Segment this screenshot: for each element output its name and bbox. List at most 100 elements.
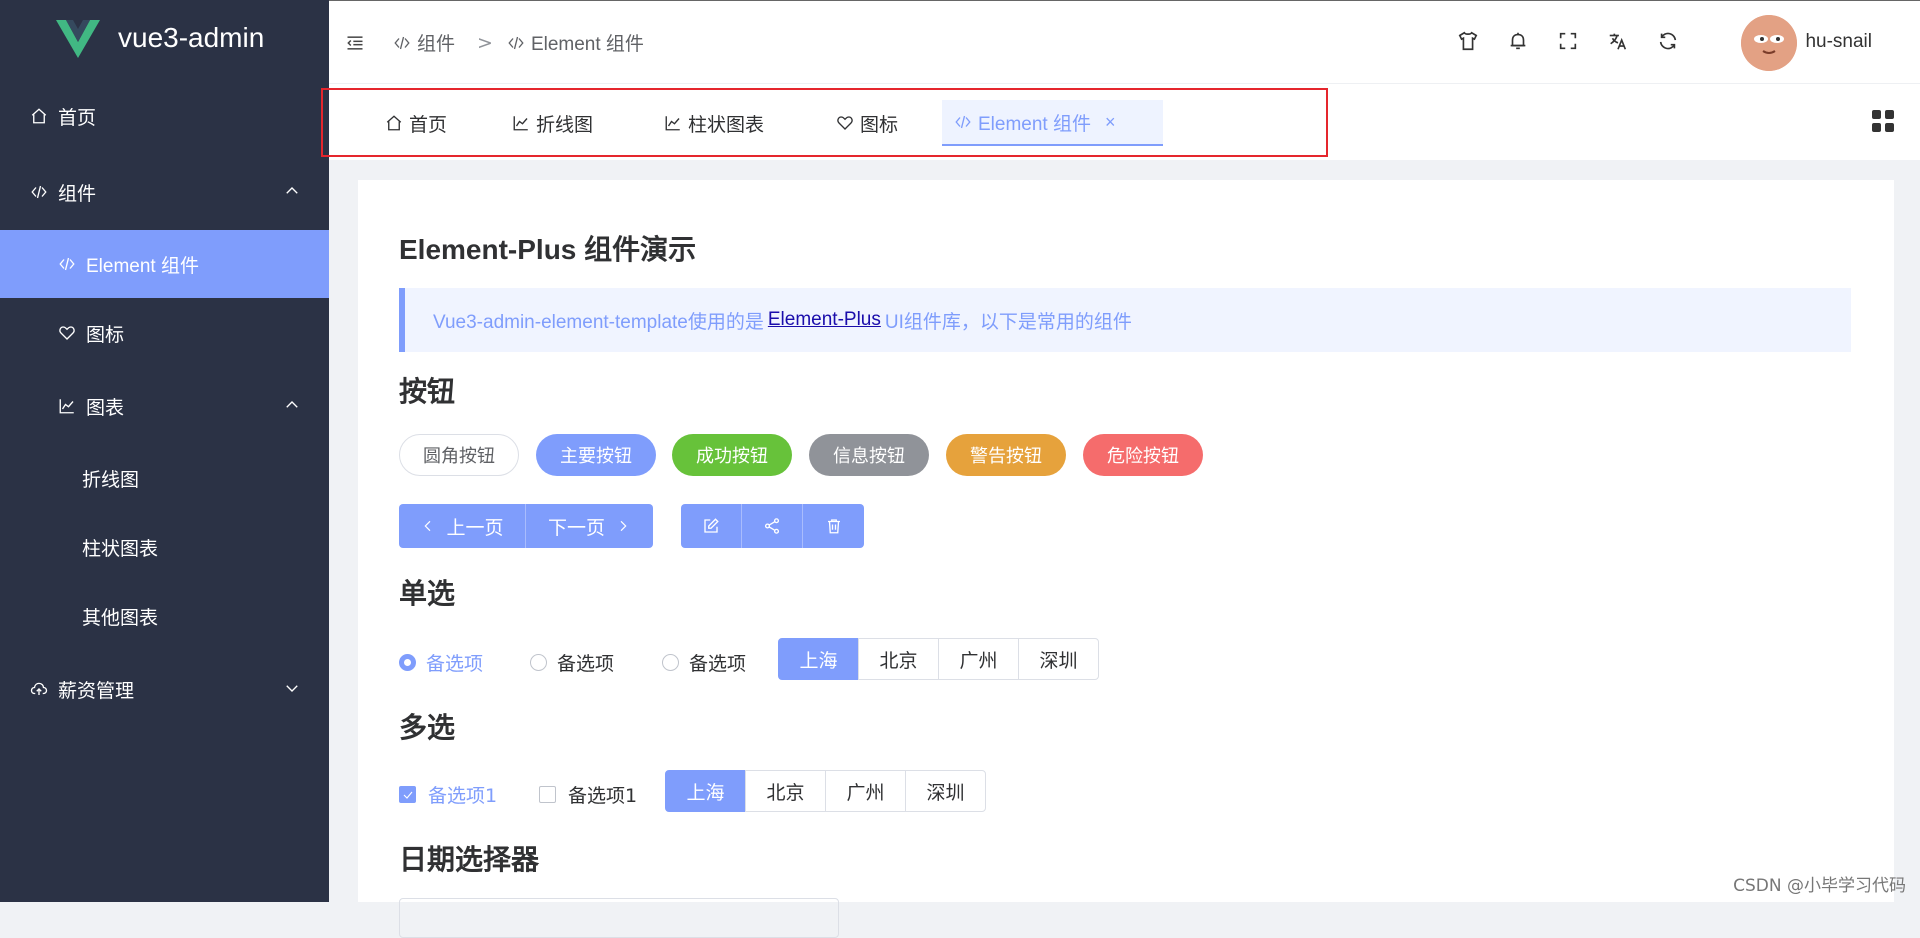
sidebar-item-components[interactable]: 组件 xyxy=(0,158,329,226)
chevron-left-icon xyxy=(424,520,431,532)
check-icon xyxy=(403,791,412,799)
breadcrumb-item[interactable]: 组件 xyxy=(393,29,455,56)
section-title-buttons: 按钮 xyxy=(399,375,456,408)
radio-option[interactable]: 备选项 xyxy=(662,649,746,676)
sidebar-item-home[interactable]: 首页 xyxy=(0,82,329,150)
checkbox-option[interactable]: 备选项1 xyxy=(399,781,497,808)
sidebar-item-salary[interactable]: 薪资管理 xyxy=(0,655,329,723)
radio-label: 备选项 xyxy=(689,653,747,675)
avatar[interactable] xyxy=(1741,15,1797,71)
section-title-radio: 单选 xyxy=(399,577,456,610)
chevron-down-icon xyxy=(283,679,301,697)
app-logo[interactable]: vue3-admin xyxy=(0,0,329,76)
edit-icon xyxy=(704,518,719,533)
checkbox-button-shenzhen[interactable]: 深圳 xyxy=(905,770,986,812)
radio-button-shenzhen[interactable]: 深圳 xyxy=(1018,638,1099,680)
prev-label: 上一页 xyxy=(446,516,504,539)
app-title: vue3-admin xyxy=(118,22,265,53)
code-icon xyxy=(394,36,410,49)
sidebar-item-line-chart[interactable]: 折线图 xyxy=(0,444,329,512)
breadcrumb-item: Element 组件 xyxy=(507,29,644,56)
date-picker-input[interactable] xyxy=(399,898,839,938)
radio-button-shanghai[interactable]: 上海 xyxy=(778,638,859,680)
trash-icon xyxy=(827,519,840,534)
primary-button[interactable]: 主要按钮 xyxy=(536,434,656,476)
success-button[interactable]: 成功按钮 xyxy=(672,434,792,476)
avatar-face-icon xyxy=(1741,15,1797,71)
sidebar: vue3-admin 首页 组件 Element 组件 图标 图表 折线图 柱状… xyxy=(0,0,329,902)
checkbox-button-beijing[interactable]: 北京 xyxy=(745,770,826,812)
delete-button[interactable] xyxy=(803,504,864,548)
chevron-up-icon xyxy=(283,396,301,414)
breadcrumb-label: 组件 xyxy=(417,33,456,55)
main-card: Element-Plus 组件演示 Vue3-admin-element-tem… xyxy=(358,180,1894,938)
sidebar-item-label: 折线图 xyxy=(82,468,140,491)
checkbox-label: 备选项1 xyxy=(568,785,638,807)
radio-circle xyxy=(662,654,679,671)
sidebar-item-bar-chart[interactable]: 柱状图表 xyxy=(0,513,329,581)
top-header: 组件 > Element 组件 hu-snail xyxy=(329,0,1920,84)
warning-button[interactable]: 警告按钮 xyxy=(946,434,1066,476)
breadcrumb: 组件 > Element 组件 xyxy=(393,29,652,56)
radio-circle xyxy=(530,654,547,671)
info-alert: Vue3-admin-element-template使用的是 Element-… xyxy=(399,288,1851,352)
section-title-checkbox: 多选 xyxy=(399,711,456,744)
checkbox-label: 备选项1 xyxy=(428,785,498,807)
sidebar-item-icons[interactable]: 图标 xyxy=(0,299,329,367)
sidebar-item-other-charts[interactable]: 其他图表 xyxy=(0,582,329,650)
username[interactable]: hu-snail xyxy=(1805,31,1872,53)
radio-button-guangzhou[interactable]: 广州 xyxy=(938,638,1019,680)
radio-button-beijing[interactable]: 北京 xyxy=(858,638,939,680)
sidebar-item-label: 图表 xyxy=(86,396,125,419)
share-icon xyxy=(764,518,780,534)
prev-page-button[interactable]: 上一页 xyxy=(399,504,526,548)
radio-button-group: 上海 北京 广州 深圳 xyxy=(778,638,1099,680)
code-icon xyxy=(508,36,524,49)
pager-button-group: 上一页 下一页 xyxy=(399,504,653,548)
sidebar-item-label: 图标 xyxy=(86,323,125,346)
cloud-upload-icon xyxy=(28,678,50,700)
checkbox-button-shanghai[interactable]: 上海 xyxy=(665,770,746,812)
sidebar-item-element-components[interactable]: Element 组件 xyxy=(0,230,329,298)
grid-menu-icon[interactable] xyxy=(1872,110,1894,132)
chevron-right-icon xyxy=(620,520,627,532)
danger-button[interactable]: 危险按钮 xyxy=(1083,434,1203,476)
sidebar-item-charts[interactable]: 图表 xyxy=(0,372,329,440)
radio-label: 备选项 xyxy=(557,653,615,675)
sidebar-item-label: 组件 xyxy=(58,182,97,205)
alert-text-suffix: UI组件库，以下是常用的组件 xyxy=(884,311,1132,333)
edit-button[interactable] xyxy=(681,504,742,548)
round-button[interactable]: 圆角按钮 xyxy=(399,434,519,476)
sidebar-item-label: 薪资管理 xyxy=(58,679,135,702)
watermark: CSDN @小毕学习代码 xyxy=(1733,876,1906,896)
section-title-date-picker: 日期选择器 xyxy=(399,843,540,876)
radio-option[interactable]: 备选项 xyxy=(530,649,614,676)
next-page-button[interactable]: 下一页 xyxy=(526,504,653,548)
tshirt-icon[interactable] xyxy=(1456,29,1480,53)
info-button[interactable]: 信息按钮 xyxy=(809,434,929,476)
sidebar-item-label: 其他图表 xyxy=(82,606,159,629)
sidebar-item-label: 柱状图表 xyxy=(82,537,159,560)
share-button[interactable] xyxy=(742,504,803,548)
page-title: Element-Plus 组件演示 xyxy=(399,234,697,265)
checkbox-button-guangzhou[interactable]: 广州 xyxy=(825,770,906,812)
code-icon xyxy=(28,181,50,203)
checkbox-option[interactable]: 备选项1 xyxy=(539,781,637,808)
menu-fold-icon[interactable] xyxy=(345,33,365,53)
breadcrumb-label: Element 组件 xyxy=(530,34,644,55)
sidebar-item-label: 首页 xyxy=(58,106,97,129)
refresh-icon[interactable] xyxy=(1656,29,1680,53)
element-plus-link[interactable]: Element-Plus xyxy=(768,309,881,331)
checkbox-box xyxy=(399,786,416,803)
sidebar-item-label: Element 组件 xyxy=(86,255,199,277)
code-icon xyxy=(56,253,78,275)
fullscreen-icon[interactable] xyxy=(1556,29,1580,53)
breadcrumb-separator: > xyxy=(477,31,493,54)
translate-icon[interactable] xyxy=(1606,29,1630,53)
radio-option[interactable]: 备选项 xyxy=(399,649,483,676)
bell-icon[interactable] xyxy=(1506,29,1530,53)
home-icon xyxy=(28,105,50,127)
icon-button-group xyxy=(681,504,864,548)
chevron-up-icon xyxy=(283,182,301,200)
checkbox-box xyxy=(539,786,556,803)
